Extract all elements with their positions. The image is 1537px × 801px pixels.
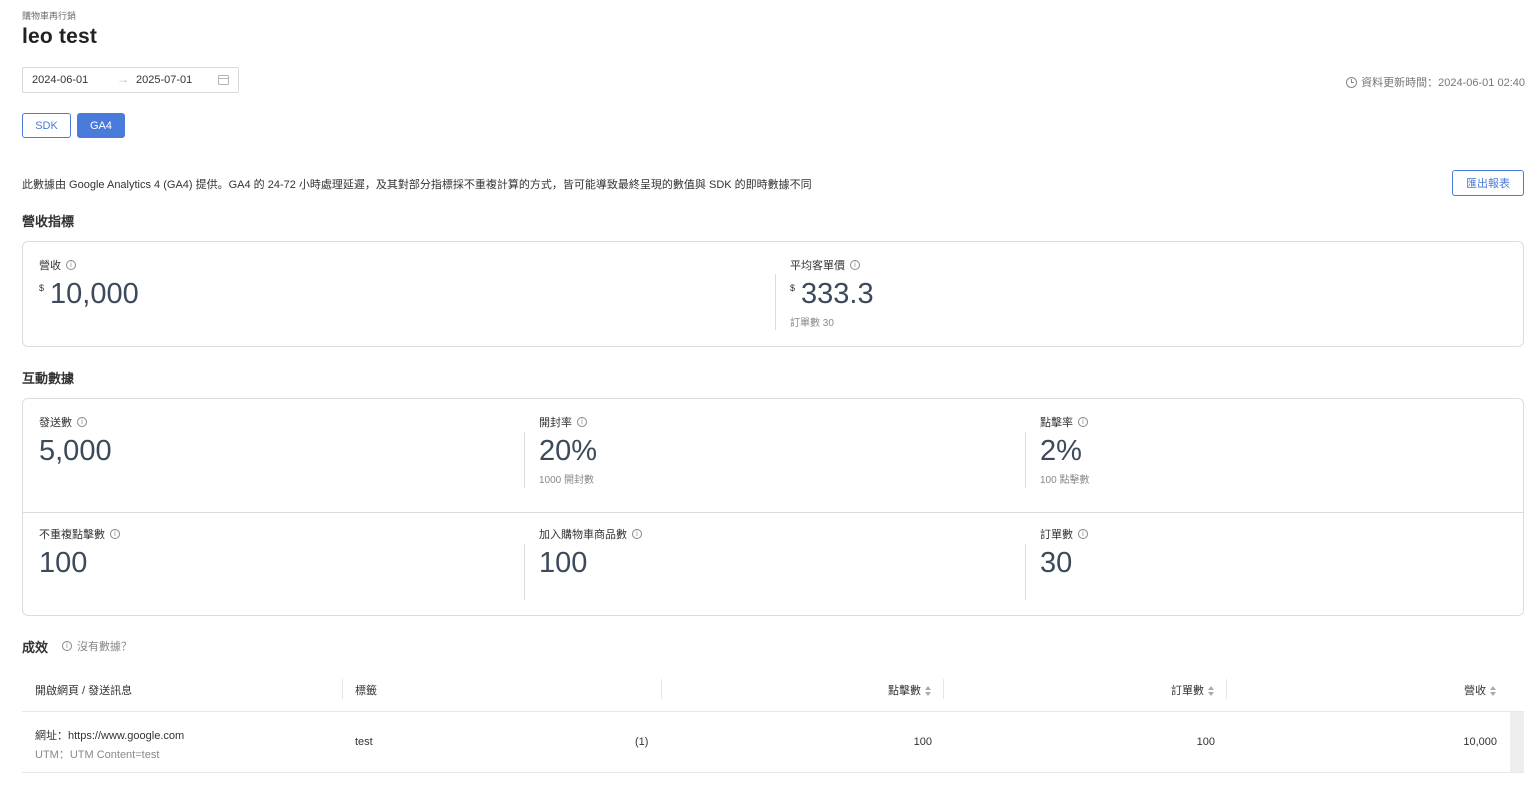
click-rate-sub: 100 點擊數 — [1040, 475, 1090, 486]
column-header-orders[interactable]: 訂單數 — [1171, 682, 1215, 698]
info-icon[interactable]: i — [1078, 529, 1088, 539]
add-to-cart-value: 100 — [539, 547, 588, 579]
info-icon[interactable]: i — [632, 529, 642, 539]
info-icon[interactable]: i — [1078, 417, 1088, 427]
row-tag-count[interactable]: (1) — [635, 736, 648, 748]
calendar-icon[interactable] — [218, 75, 229, 85]
currency-symbol: $ — [39, 283, 45, 293]
column-separator — [943, 679, 944, 699]
start-date-input[interactable]: 2024-06-01 — [32, 74, 88, 86]
open-rate-value: 20% — [539, 435, 598, 467]
engagement-card: 發送數 i 5,000 開封率 i 20% 1000 開封數 點擊率 i 2% … — [22, 398, 1524, 616]
divider — [524, 544, 525, 600]
divider — [1025, 432, 1026, 488]
info-icon[interactable]: i — [77, 417, 87, 427]
unique-clicks-label: 不重複點擊數 — [39, 529, 105, 541]
sort-icon[interactable] — [1208, 685, 1215, 697]
divider — [775, 274, 776, 330]
aov-label: 平均客單價 — [790, 260, 845, 272]
orders-value: 30 — [1040, 547, 1073, 579]
column-separator — [1226, 679, 1227, 699]
click-rate-label: 點擊率 — [1040, 417, 1073, 429]
add-to-cart-metric: 加入購物車商品數 i 100 — [539, 526, 642, 580]
sent-value: 5,000 — [39, 435, 112, 467]
info-icon: i — [62, 641, 72, 651]
row-clicks: 100 — [913, 736, 932, 748]
breadcrumb[interactable]: 購物車再行銷 — [22, 9, 76, 22]
info-icon[interactable]: i — [850, 260, 860, 270]
sort-icon[interactable] — [1490, 685, 1497, 697]
sort-icon[interactable] — [925, 685, 932, 697]
ga4-tab-button[interactable]: GA4 — [77, 113, 125, 138]
unique-clicks-metric: 不重複點擊數 i 100 — [39, 526, 120, 580]
currency-symbol: $ — [790, 283, 796, 293]
orders-metric: 訂單數 i 30 — [1040, 526, 1088, 580]
open-rate-sub: 1000 開封數 — [539, 475, 595, 486]
row-utm: UTM：UTM Content=test — [35, 749, 160, 761]
click-rate-value: 2% — [1040, 435, 1082, 467]
performance-section-title: 成效 — [22, 640, 49, 655]
sent-label: 發送數 — [39, 417, 72, 429]
export-report-button[interactable]: 匯出報表 — [1452, 170, 1524, 196]
no-data-help[interactable]: i 沒有數據？ — [62, 638, 132, 654]
info-icon[interactable]: i — [577, 417, 587, 427]
aov-metric: 平均客單價 i $ 333.3 訂單數 30 — [790, 257, 874, 329]
column-header-revenue[interactable]: 營收 — [1464, 682, 1497, 698]
end-date-input[interactable]: 2025-07-01 — [136, 74, 192, 86]
table-header: 開啟網頁 / 發送訊息 標籤 點擊數 訂單數 營收 — [22, 666, 1524, 712]
column-header-tag: 標籤 — [355, 685, 377, 697]
ga4-notice: 此數據由 Google Analytics 4 (GA4) 提供。GA4 的 2… — [22, 179, 812, 191]
column-header-orders-label: 訂單數 — [1171, 685, 1204, 697]
click-rate-metric: 點擊率 i 2% 100 點擊數 — [1040, 414, 1089, 486]
add-to-cart-label: 加入購物車商品數 — [539, 529, 627, 541]
column-header-revenue-label: 營收 — [1464, 685, 1486, 697]
update-time-text: 資料更新時間：2024-06-01 02:40 — [1361, 77, 1525, 89]
row-orders: 100 — [1196, 736, 1215, 748]
no-data-label[interactable]: 沒有數據？ — [77, 638, 132, 654]
revenue-card: 營收 i $ 10,000 平均客單價 i $ 333.3 訂單數 30 — [22, 241, 1524, 347]
divider — [1025, 544, 1026, 600]
arrow-right-icon: → — [117, 72, 129, 86]
column-header-clicks-label: 點擊數 — [888, 685, 921, 697]
revenue-value: 10,000 — [50, 278, 139, 310]
table-scrollbar[interactable] — [1510, 712, 1524, 772]
revenue-label: 營收 — [39, 260, 61, 272]
aov-value: 333.3 — [801, 278, 874, 310]
open-rate-label: 開封率 — [539, 417, 572, 429]
column-separator — [661, 679, 662, 699]
update-time: 資料更新時間：2024-06-01 02:40 — [1346, 74, 1525, 90]
date-range-picker[interactable]: 2024-06-01 → 2025-07-01 — [22, 67, 239, 93]
column-header-page: 開啟網頁 / 發送訊息 — [35, 685, 133, 697]
aov-sub: 訂單數 30 — [790, 318, 834, 329]
clock-icon — [1346, 76, 1358, 88]
orders-label: 訂單數 — [1040, 529, 1073, 541]
divider — [23, 512, 1523, 513]
table-row: 網址：https://www.google.com UTM：UTM Conten… — [22, 712, 1524, 773]
row-tag: test — [355, 736, 373, 748]
revenue-metric: 營收 i $ 10,000 — [39, 257, 139, 311]
divider — [524, 432, 525, 488]
row-revenue: 10,000 — [1463, 736, 1497, 748]
page-title: leo test — [22, 25, 98, 48]
info-icon[interactable]: i — [110, 529, 120, 539]
row-url: 網址：https://www.google.com — [35, 730, 185, 742]
sent-metric: 發送數 i 5,000 — [39, 414, 112, 468]
column-separator — [342, 679, 343, 699]
unique-clicks-value: 100 — [39, 547, 88, 579]
sdk-tab-button[interactable]: SDK — [22, 113, 71, 138]
engagement-section-title: 互動數據 — [22, 371, 75, 386]
open-rate-metric: 開封率 i 20% 1000 開封數 — [539, 414, 597, 486]
column-header-clicks[interactable]: 點擊數 — [888, 682, 932, 698]
revenue-section-title: 營收指標 — [22, 214, 75, 229]
info-icon[interactable]: i — [66, 260, 76, 270]
